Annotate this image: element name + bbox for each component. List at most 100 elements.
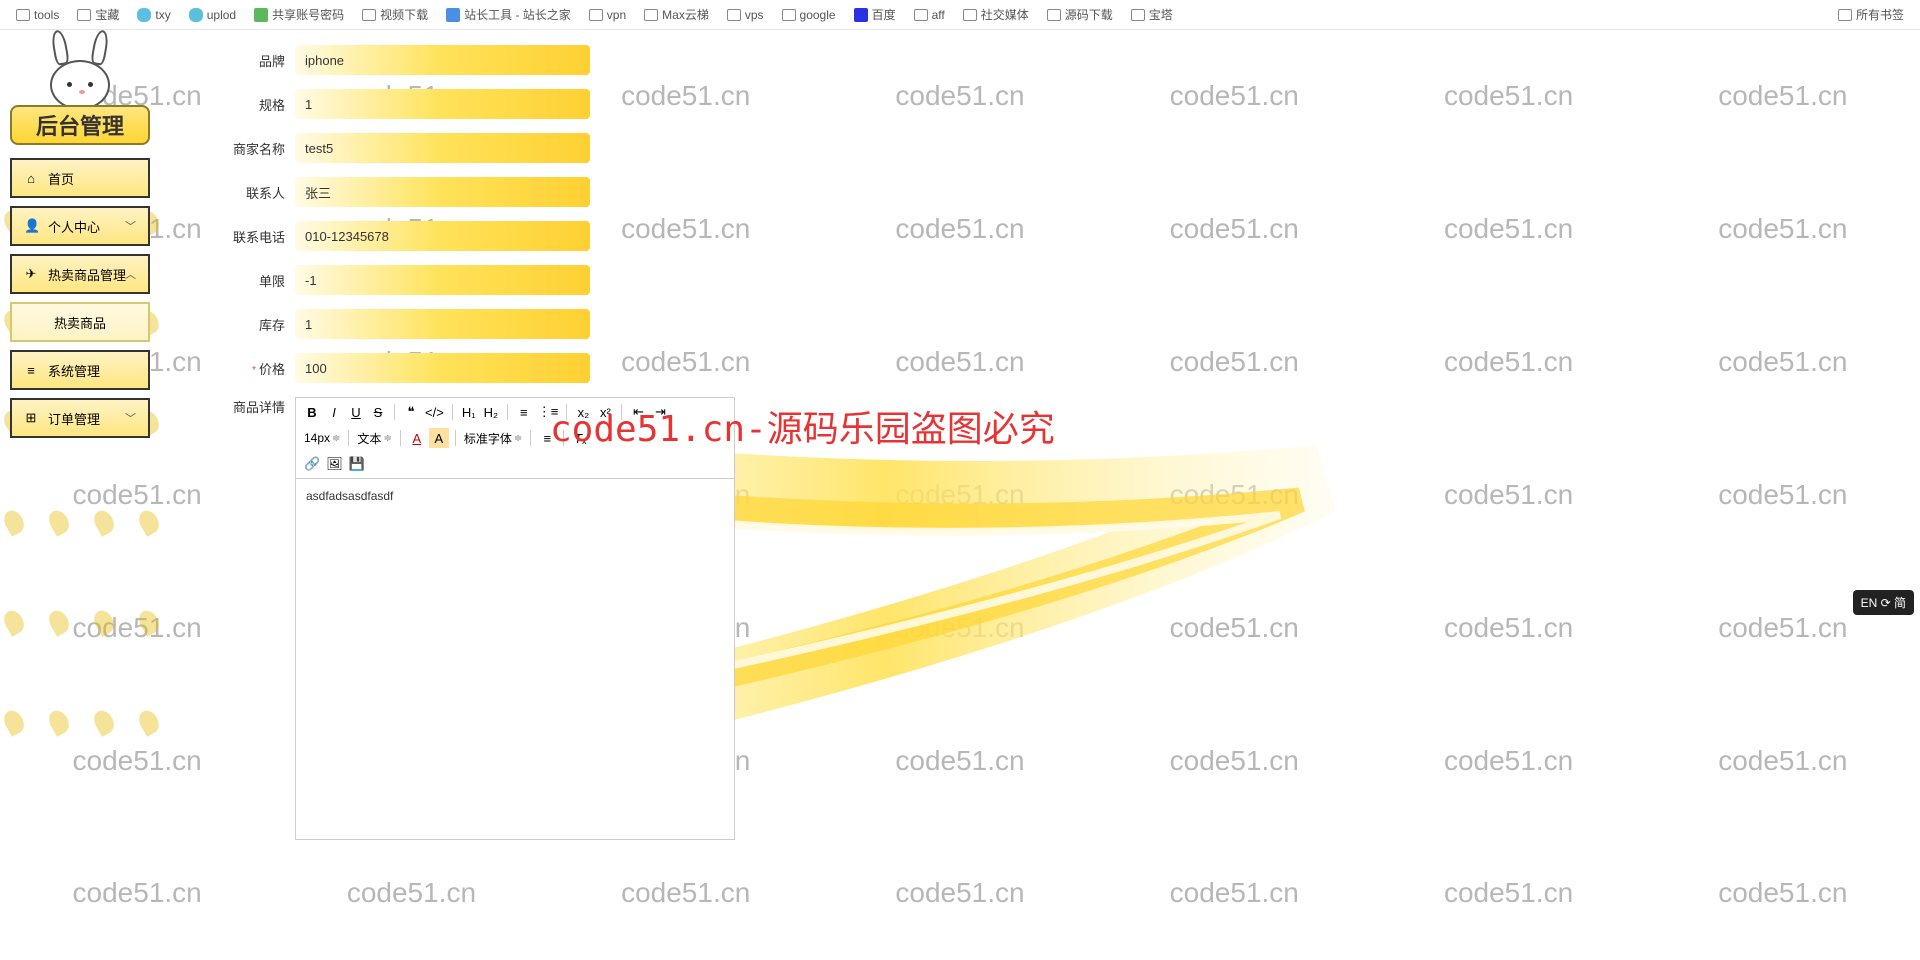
bookmark-baidu[interactable]: 百度 — [848, 4, 902, 25]
input-brand[interactable] — [295, 45, 590, 75]
nav-label: 首页 — [48, 169, 74, 188]
link-button[interactable]: 🔗 — [302, 454, 322, 474]
input-phone[interactable] — [295, 221, 590, 251]
bookmark-tools[interactable]: tools — [10, 4, 65, 25]
label-limit: 单限 — [200, 271, 295, 290]
toolbar-separator — [348, 430, 349, 446]
bookmark-label: 社交媒体 — [981, 6, 1029, 23]
bookmark-label: 源码下载 — [1065, 6, 1113, 23]
underline-button[interactable]: U — [346, 402, 366, 422]
nav-label: 个人中心 — [48, 217, 100, 236]
save-button[interactable]: 💾 — [347, 454, 367, 474]
bookmark-google[interactable]: google — [776, 4, 842, 25]
textcolor-button[interactable]: A — [407, 428, 427, 448]
rich-editor: B I U S ❝ </> H₁ H₂ ≡ ⋮≡ x₂ x² ⇤ ⇥ — [295, 397, 735, 840]
bookmark-max[interactable]: Max云梯 — [638, 4, 715, 25]
nav-system[interactable]: ≡系统管理 — [10, 350, 150, 390]
bookmark-chinaz[interactable]: 站长工具 - 站长之家 — [440, 4, 577, 25]
fontfamily-select[interactable]: 标准字体 — [462, 428, 524, 448]
bookmark-baota[interactable]: 宝塔 — [1125, 4, 1179, 25]
bookmark-label: aff — [932, 8, 945, 22]
wm-text: code51.cn — [1718, 877, 1847, 909]
input-limit[interactable] — [295, 265, 590, 295]
bookmark-source[interactable]: 源码下载 — [1041, 4, 1119, 25]
bookmark-bar: tools 宝藏 txy uplod 共享账号密码 视频下载 站长工具 - 站长… — [0, 0, 1920, 30]
bold-button[interactable]: B — [302, 402, 322, 422]
toolbar-separator — [566, 404, 567, 420]
bookmark-label: 站长工具 - 站长之家 — [464, 6, 571, 23]
bunny-logo — [35, 35, 125, 115]
label-brand: 品牌 — [200, 51, 295, 70]
superscript-button[interactable]: x² — [595, 402, 615, 422]
toolbar-separator — [394, 404, 395, 420]
bookmark-vpn[interactable]: vpn — [583, 4, 632, 25]
logo-box: 后台管理 — [5, 35, 155, 150]
label-phone: 联系电话 — [200, 227, 295, 246]
nav-products-sub[interactable]: 热卖商品 — [10, 302, 150, 342]
folder-icon — [914, 9, 928, 21]
toolbar-separator — [507, 404, 508, 420]
h2-button[interactable]: H₂ — [481, 402, 501, 422]
sidebar: 后台管理 ⌂首页 👤个人中心﹀ ✈热卖商品管理︿ 热卖商品 ≡系统管理 ⊞订单管… — [0, 30, 160, 451]
bookmark-vps[interactable]: vps — [721, 4, 770, 25]
strike-button[interactable]: S — [368, 402, 388, 422]
ul-button[interactable]: ⋮≡ — [536, 402, 561, 422]
texttype-select[interactable]: 文本 — [355, 428, 393, 448]
ol-button[interactable]: ≡ — [514, 402, 534, 422]
image-button[interactable]: 🖼 — [324, 454, 345, 474]
label-contact: 联系人 — [200, 183, 295, 202]
indent-button[interactable]: ⇤ — [628, 402, 648, 422]
bookmark-label: 宝塔 — [1149, 6, 1173, 23]
bookmark-txy[interactable]: txy — [131, 4, 176, 25]
bookmark-aff[interactable]: aff — [908, 4, 951, 25]
folder-icon — [644, 9, 658, 21]
folder-icon — [1131, 9, 1145, 21]
folder-icon — [1047, 9, 1061, 21]
bookmark-label: 百度 — [872, 6, 896, 23]
nav-label: 订单管理 — [48, 409, 100, 428]
bookmark-social[interactable]: 社交媒体 — [957, 4, 1035, 25]
toolbar-separator — [621, 404, 622, 420]
main-form: 品牌 规格 商家名称 联系人 联系电话 单限 库存 价格 商品详情 B I U … — [160, 30, 1920, 869]
folder-icon — [1838, 9, 1852, 21]
row-seller: 商家名称 — [200, 133, 1880, 163]
fontsize-select[interactable]: 14px — [302, 428, 342, 448]
nav-orders[interactable]: ⊞订单管理﹀ — [10, 398, 150, 438]
label-detail: 商品详情 — [200, 397, 295, 416]
input-seller[interactable] — [295, 133, 590, 163]
bookmark-baozang[interactable]: 宝藏 — [71, 4, 125, 25]
bookmark-accounts[interactable]: 共享账号密码 — [248, 4, 350, 25]
chevron-down-icon: ﹀ — [125, 218, 136, 234]
bookmark-all[interactable]: 所有书签 — [1832, 4, 1910, 25]
h1-button[interactable]: H₁ — [459, 402, 479, 422]
folder-icon — [16, 9, 30, 21]
align-button[interactable]: ≡ — [537, 428, 557, 448]
toolbar-separator — [455, 430, 456, 446]
chevron-down-icon: ﹀ — [125, 410, 136, 426]
bookmark-label: txy — [155, 8, 170, 22]
subscript-button[interactable]: x₂ — [573, 402, 593, 422]
outdent-button[interactable]: ⇥ — [650, 402, 670, 422]
input-price[interactable] — [295, 353, 590, 383]
bookmark-video[interactable]: 视频下载 — [356, 4, 434, 25]
quote-button[interactable]: ❝ — [401, 402, 421, 422]
ime-badge[interactable]: EN ⟳ 简 — [1853, 590, 1914, 615]
bookmark-uplod[interactable]: uplod — [183, 4, 242, 25]
bookmark-label: uplod — [207, 8, 236, 22]
bgcolor-button[interactable]: A — [429, 428, 449, 448]
input-stock[interactable] — [295, 309, 590, 339]
code-button[interactable]: </> — [423, 402, 446, 422]
bookmark-label: vpn — [607, 8, 626, 22]
clearformat-button[interactable]: Tₓ — [570, 428, 590, 448]
nav-home[interactable]: ⌂首页 — [10, 158, 150, 198]
input-contact[interactable] — [295, 177, 590, 207]
bookmark-left: tools 宝藏 txy uplod 共享账号密码 视频下载 站长工具 - 站长… — [10, 4, 1179, 25]
nav-profile[interactable]: 👤个人中心﹀ — [10, 206, 150, 246]
row-limit: 单限 — [200, 265, 1880, 295]
italic-button[interactable]: I — [324, 402, 344, 422]
editor-content[interactable]: asdfadsasdfasdf — [296, 479, 734, 839]
toolbar-separator — [530, 430, 531, 446]
bookmark-label: tools — [34, 8, 59, 22]
input-spec[interactable] — [295, 89, 590, 119]
nav-products[interactable]: ✈热卖商品管理︿ — [10, 254, 150, 294]
